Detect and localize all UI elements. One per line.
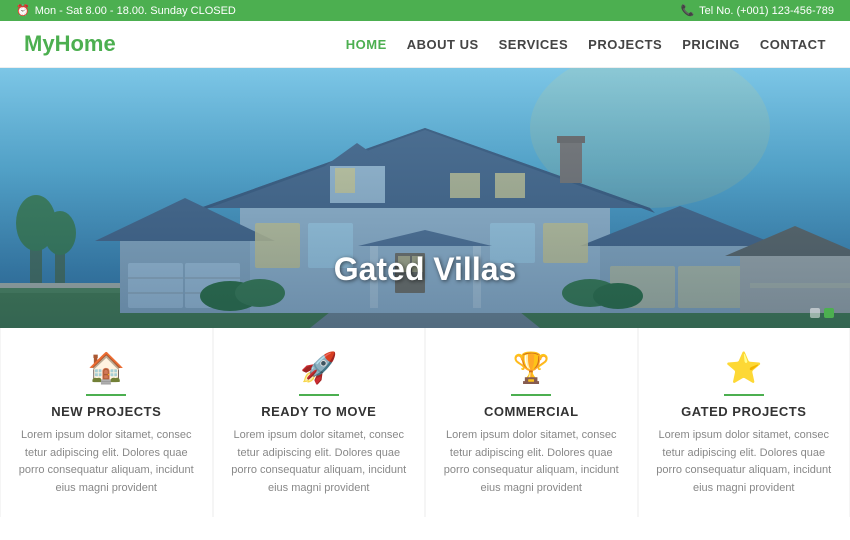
topbar-left: ⏰ Mon - Sat 8.00 - 18.00. Sunday CLOSED [16,4,236,17]
card-divider-2 [299,394,339,396]
nav-projects[interactable]: PROJECTS [588,37,662,52]
house-icon: 🏠 [17,351,196,386]
clock-icon: ⏰ [16,4,30,17]
phone-text: Tel No. (+001) 123-456-789 [699,5,834,17]
header: MyHome HOME ABOUT US SERVICES PROJECTS P… [0,21,850,68]
dot-1[interactable] [810,308,820,318]
dot-2[interactable] [824,308,834,318]
topbar-right: 📞 Tel No. (+001) 123-456-789 [680,4,834,17]
card-divider-4 [724,394,764,396]
phone-icon: 📞 [680,4,694,17]
card-gated-projects: ⭐ GATED PROJECTS Lorem ipsum dolor sitam… [639,328,850,517]
card-title-4: GATED PROJECTS [655,404,834,419]
card-text-2: Lorem ipsum dolor sitamet, consec tetur … [230,427,409,497]
logo-text-2: Home [55,31,116,56]
main-nav: HOME ABOUT US SERVICES PROJECTS PRICING … [346,37,826,52]
nav-home[interactable]: HOME [346,37,387,52]
card-divider-3 [511,394,551,396]
card-text-1: Lorem ipsum dolor sitamet, consec tetur … [17,427,196,497]
nav-about[interactable]: ABOUT US [407,37,479,52]
card-commercial: 🏆 COMMERCIAL Lorem ipsum dolor sitamet, … [426,328,637,517]
slider-dots [810,308,834,318]
card-ready-to-move: 🚀 READY TO MOVE Lorem ipsum dolor sitame… [214,328,425,517]
card-text-4: Lorem ipsum dolor sitamet, consec tetur … [655,427,834,497]
logo-text-1: My [24,31,55,56]
trophy-icon: 🏆 [442,351,621,386]
cards-section: 🏠 NEW PROJECTS Lorem ipsum dolor sitamet… [0,328,850,517]
hero-section: Gated Villas [0,68,850,328]
topbar: ⏰ Mon - Sat 8.00 - 18.00. Sunday CLOSED … [0,0,850,21]
hero-overlay [0,68,850,328]
hours-text: Mon - Sat 8.00 - 18.00. Sunday CLOSED [35,5,236,17]
logo: MyHome [24,31,116,57]
rocket-icon: 🚀 [230,351,409,386]
card-text-3: Lorem ipsum dolor sitamet, consec tetur … [442,427,621,497]
card-title-2: READY TO MOVE [230,404,409,419]
card-new-projects: 🏠 NEW PROJECTS Lorem ipsum dolor sitamet… [1,328,212,517]
hero-title: Gated Villas [334,251,517,288]
star-icon: ⭐ [655,351,834,386]
card-divider-1 [86,394,126,396]
nav-pricing[interactable]: PRICING [682,37,740,52]
nav-services[interactable]: SERVICES [499,37,569,52]
nav-contact[interactable]: CONTACT [760,37,826,52]
card-title-3: COMMERCIAL [442,404,621,419]
card-title-1: NEW PROJECTS [17,404,196,419]
